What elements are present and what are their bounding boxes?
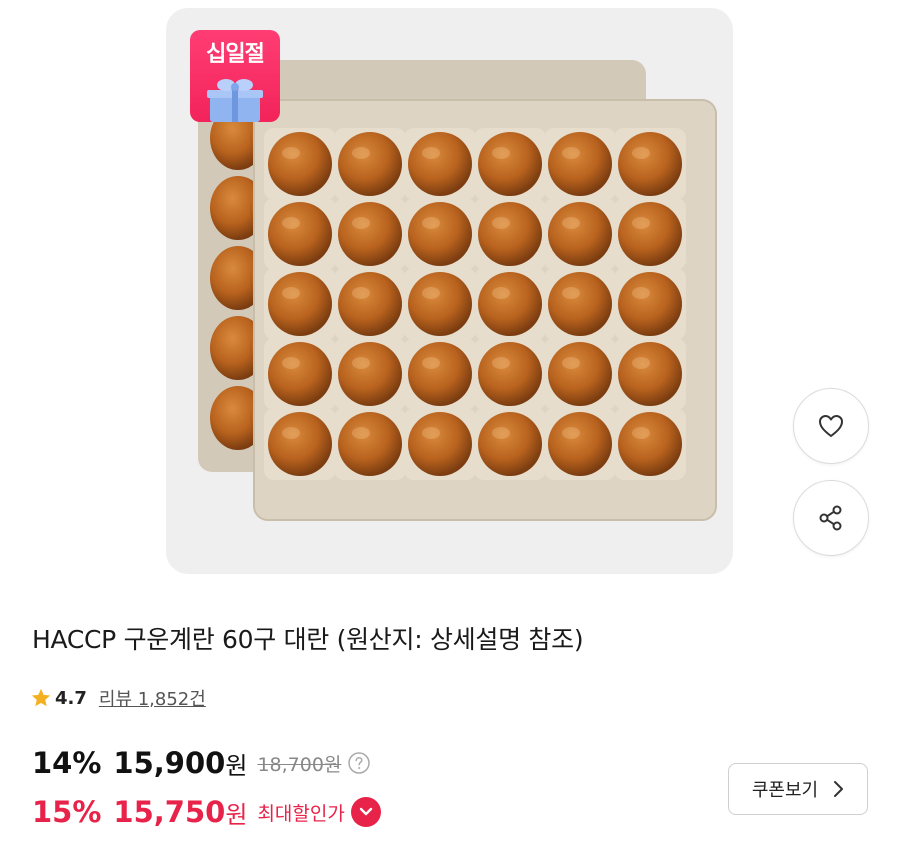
egg [338,342,402,406]
egg [618,272,682,336]
product-title: HACCP 구운계란 60구 대란 (원산지: 상세설명 참조) [32,625,584,654]
egg [338,272,402,336]
egg-highlight [562,287,580,299]
share-button[interactable] [793,480,869,556]
egg [268,342,332,406]
egg-highlight [352,217,370,229]
original-price: 18,700원 [257,753,342,776]
egg [338,412,402,476]
wishlist-button[interactable] [793,388,869,464]
egg-highlight [492,287,510,299]
egg-highlight [282,147,300,159]
egg [268,272,332,336]
currency-unit: 원 [225,800,248,829]
egg-highlight [352,427,370,439]
egg-highlight [282,427,300,439]
egg-highlight [492,357,510,369]
egg [408,132,472,196]
egg [478,342,542,406]
egg [268,132,332,196]
egg-highlight [422,217,440,229]
egg [268,202,332,266]
promo-badge: 십일절 [190,30,280,122]
egg [548,342,612,406]
rating-value: 4.7 [55,687,87,709]
price-row: 14% 15,900 원 18,700원 [32,743,371,783]
max-discount-price: 15,750 [113,795,226,829]
coupon-label: 쿠폰보기 [751,780,819,801]
egg-highlight [282,357,300,369]
egg [338,202,402,266]
review-count-link[interactable]: 리뷰 1,852건 [99,685,206,711]
help-circle-icon[interactable] [347,751,371,775]
rating-row: 4.7 리뷰 1,852건 [30,684,206,712]
egg [408,202,472,266]
heart-icon [819,415,843,437]
egg-highlight [562,147,580,159]
egg-highlight [282,287,300,299]
egg-highlight [492,147,510,159]
gift-icon [207,79,263,122]
star-icon [31,688,51,707]
egg-highlight [422,357,440,369]
egg-highlight [352,147,370,159]
egg-highlight [632,217,650,229]
egg-highlight [422,147,440,159]
egg [478,272,542,336]
egg-highlight [492,427,510,439]
egg-highlight [632,427,650,439]
egg [548,202,612,266]
egg [408,412,472,476]
egg [478,132,542,196]
discount-rate: 14% [32,746,102,780]
max-discount-row[interactable]: 15% 15,750 원 최대할인가 [32,791,381,833]
chevron-right-icon [834,781,844,797]
egg [478,202,542,266]
share-icon [819,505,842,531]
egg [548,132,612,196]
currency-unit: 원 [225,751,248,780]
egg [408,272,472,336]
coupon-button[interactable]: 쿠폰보기 [728,763,868,815]
egg [618,132,682,196]
egg [618,412,682,476]
egg [618,202,682,266]
egg [548,272,612,336]
egg-highlight [632,357,650,369]
egg-highlight [282,217,300,229]
sale-price: 15,900 [113,746,226,780]
max-discount-label: 최대할인가 [257,802,345,825]
egg [268,412,332,476]
egg-highlight [352,357,370,369]
egg-highlight [562,427,580,439]
egg [338,132,402,196]
egg [478,412,542,476]
egg-highlight [562,357,580,369]
chevron-down-icon [359,807,373,816]
egg-highlight [492,217,510,229]
egg-highlight [422,427,440,439]
max-discount-rate: 15% [32,795,102,829]
egg [548,412,612,476]
egg [618,342,682,406]
egg-highlight [562,217,580,229]
egg-highlight [632,147,650,159]
expand-discount-button[interactable] [350,797,381,827]
egg-highlight [632,287,650,299]
egg-highlight [422,287,440,299]
egg-highlight [352,287,370,299]
egg [408,342,472,406]
